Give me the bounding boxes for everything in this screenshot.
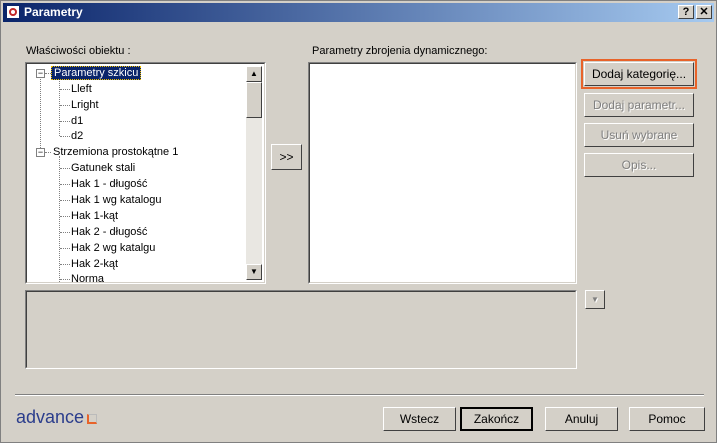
tree-group-sketch-params[interactable]: Parametry szkicu — [51, 66, 142, 80]
advance-logo: advance — [16, 407, 98, 428]
properties-tree[interactable]: − Parametry szkicu Lleft Lright d1 d2 − … — [27, 64, 264, 282]
tree-item[interactable]: d1 — [71, 114, 83, 128]
tree-item[interactable]: Hak 1-kąt — [71, 209, 118, 223]
tree-item[interactable]: d2 — [71, 129, 83, 143]
dialog-window: Parametry ? ✕ Właściwości obiektu : − Pa… — [0, 0, 717, 443]
tree-item[interactable]: Hak 1 - długość — [71, 177, 147, 191]
arrow-down-icon[interactable]: ▼ — [246, 264, 262, 280]
tree-group-stirrups[interactable]: Strzemiona prostokątne 1 — [53, 145, 178, 159]
transfer-button[interactable]: >> — [271, 144, 302, 170]
description-button[interactable]: Opis... — [584, 153, 694, 177]
description-panel — [25, 290, 577, 369]
tree-item[interactable]: Hak 1 wg katalogu — [71, 193, 162, 207]
finish-button[interactable]: Zakończ — [460, 407, 533, 431]
app-icon — [6, 5, 20, 19]
chevron-down-icon[interactable]: ▼ — [585, 290, 605, 309]
add-parameter-button[interactable]: Dodaj parametr... — [584, 93, 694, 117]
add-category-button[interactable]: Dodaj kategorię... — [581, 59, 697, 89]
object-properties-label: Właściwości obiektu : — [26, 45, 131, 57]
tree-item[interactable]: Hak 2 wg katalgu — [71, 241, 155, 255]
dynamic-params-list[interactable] — [308, 62, 577, 284]
help-icon[interactable]: ? — [678, 5, 694, 19]
collapse-icon[interactable]: − — [36, 69, 45, 78]
tree-item[interactable]: Norma — [71, 272, 104, 282]
tree-item[interactable]: Gatunek stali — [71, 161, 135, 175]
window-title: Parametry — [24, 5, 83, 19]
tree-item[interactable]: Hak 2-kąt — [71, 257, 118, 271]
back-button[interactable]: Wstecz — [383, 407, 456, 431]
tree-item[interactable]: Lleft — [71, 82, 92, 96]
tree-item[interactable]: Lright — [71, 98, 99, 112]
cancel-button[interactable]: Anuluj — [545, 407, 618, 431]
tree-item[interactable]: Hak 2 - długość — [71, 225, 147, 239]
footer-separator — [15, 394, 704, 396]
logo-mark-icon — [87, 414, 98, 424]
title-bar[interactable]: Parametry ? ✕ — [3, 3, 714, 22]
arrow-up-icon[interactable]: ▲ — [246, 66, 262, 82]
tree-scrollbar[interactable]: ▲ ▼ — [246, 66, 262, 280]
dynamic-params-label: Parametry zbrojenia dynamicznego: — [312, 45, 488, 57]
help-button[interactable]: Pomoc — [629, 407, 705, 431]
close-icon[interactable]: ✕ — [696, 5, 712, 19]
scroll-thumb[interactable] — [246, 82, 262, 118]
remove-selected-button[interactable]: Usuń wybrane — [584, 123, 694, 147]
collapse-icon[interactable]: − — [36, 148, 45, 157]
